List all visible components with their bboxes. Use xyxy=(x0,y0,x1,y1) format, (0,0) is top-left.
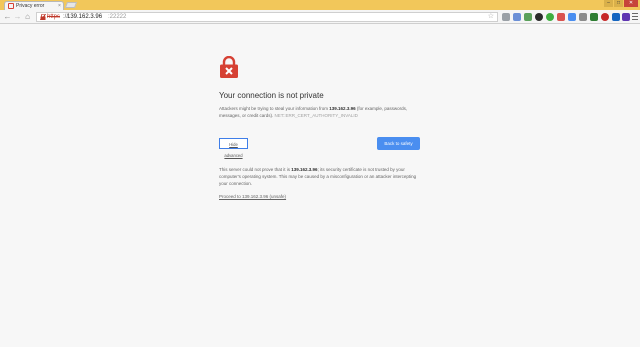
tab-title: Privacy error xyxy=(16,3,45,9)
warning-message: Attackers might be trying to steal your … xyxy=(219,105,423,119)
back-arrow-icon[interactable]: ← xyxy=(3,12,12,21)
url-scheme: https xyxy=(47,14,61,20)
extension-icon-12[interactable] xyxy=(622,13,630,21)
page-heading: Your connection is not private xyxy=(219,91,324,100)
close-window-button[interactable]: ✕ xyxy=(624,0,638,7)
warning-favicon-icon xyxy=(8,3,14,9)
extension-icon-10[interactable] xyxy=(601,13,609,21)
url-port: :22222 xyxy=(108,14,127,20)
extension-icon-3[interactable] xyxy=(524,13,532,21)
proceed-unsafe-link[interactable]: Proceed to 139.162.3.96 (unsafe) xyxy=(219,193,286,200)
broken-lock-icon[interactable] xyxy=(40,14,46,20)
extension-icon-1[interactable] xyxy=(502,13,510,21)
message-text: Attackers might be trying to steal your … xyxy=(219,106,330,111)
advanced-details: This server could not prove that it is 1… xyxy=(219,166,423,187)
back-to-safety-button[interactable]: Back to safety xyxy=(377,137,420,150)
extension-icon-9[interactable] xyxy=(590,13,598,21)
extension-icon-8[interactable] xyxy=(579,13,587,21)
url-host: 139.162.3.96 xyxy=(67,14,103,20)
extension-icon-7[interactable] xyxy=(568,13,576,21)
home-icon[interactable]: ⌂ xyxy=(23,12,32,21)
maximize-button[interactable]: □ xyxy=(614,0,623,7)
extension-icon-11[interactable] xyxy=(612,13,620,21)
message-host: 139.162.3.96 xyxy=(329,106,356,111)
browser-toolbar: ← → ⌂ https :// 139.162.3.96 :22222 ☆ xyxy=(0,10,640,24)
window-controls: – □ ✕ xyxy=(604,0,638,7)
extension-icon-6[interactable] xyxy=(557,13,565,21)
hide-advanced-button[interactable]: Hide advanced xyxy=(219,138,248,158)
forward-arrow-icon[interactable]: → xyxy=(13,12,22,21)
extension-icon-5[interactable] xyxy=(546,13,554,21)
extension-icon-4[interactable] xyxy=(535,13,543,21)
tab-close-icon[interactable]: × xyxy=(58,2,61,10)
detail-host: 139.162.3.96 xyxy=(291,167,318,172)
new-tab-button[interactable] xyxy=(64,2,78,8)
detail-text: This server could not prove that it is xyxy=(219,167,292,172)
menu-icon[interactable] xyxy=(632,13,638,21)
tab-privacy-error[interactable]: Privacy error × xyxy=(4,1,64,10)
address-bar[interactable]: https :// 139.162.3.96 :22222 ☆ xyxy=(36,12,498,22)
bookmark-star-icon[interactable]: ☆ xyxy=(488,13,494,21)
error-code[interactable]: NET::ERR_CERT_AUTHORITY_INVALID xyxy=(275,113,358,118)
red-lock-icon xyxy=(220,56,238,78)
extension-icon-2[interactable] xyxy=(513,13,521,21)
minimize-button[interactable]: – xyxy=(604,0,613,7)
title-bar: Privacy error × – □ ✕ xyxy=(0,0,640,10)
